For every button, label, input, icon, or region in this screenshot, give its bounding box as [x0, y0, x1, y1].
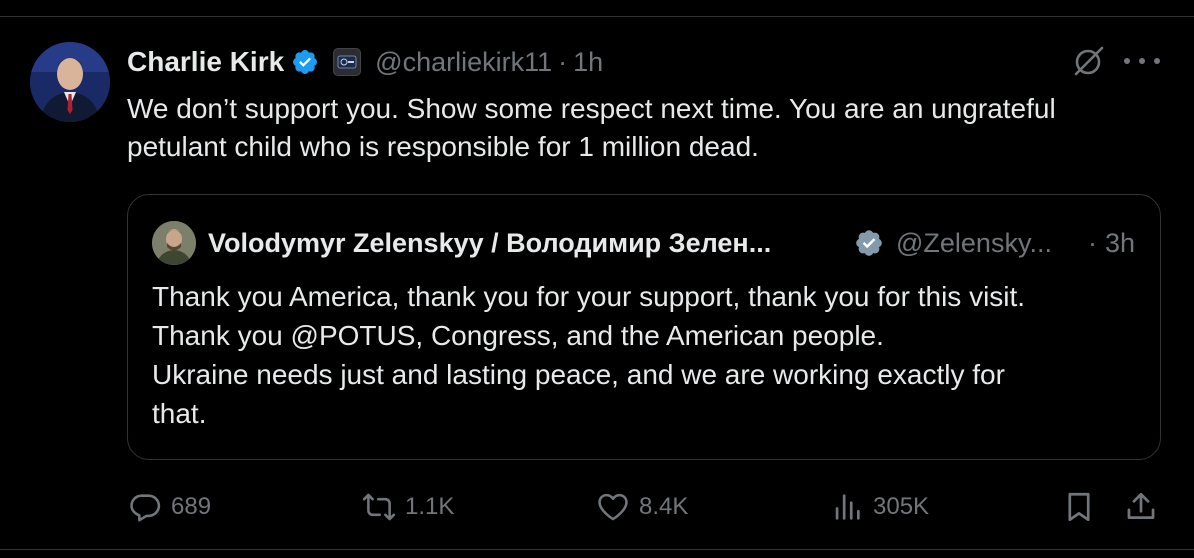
bookmark-icon [1068, 492, 1090, 522]
share-icon [1127, 492, 1155, 519]
quoted-tweet-timestamp[interactable]: 3h [1105, 228, 1135, 259]
quoted-separator-dot: · [1088, 227, 1097, 258]
tweet-text-line: We don’t support you. Show some respect … [127, 93, 1056, 124]
tweet-header: Charlie Kirk @charliekirk11 · 1h [127, 42, 603, 82]
quoted-text-line: Thank you America, thank you for your su… [152, 281, 1026, 312]
author-display-name[interactable]: Charlie Kirk [127, 46, 284, 78]
like-count: 8.4K [639, 493, 689, 520]
views-chart-icon [835, 494, 860, 520]
author-avatar[interactable] [30, 42, 110, 122]
quoted-tweet-card[interactable]: Volodymyr Zelenskyy / Володимир Зелен...… [127, 194, 1161, 460]
reply-icon [130, 494, 161, 522]
reply-count: 689 [171, 493, 212, 520]
more-options-icon[interactable] [1124, 44, 1160, 78]
gov-verified-badge-icon[interactable] [854, 228, 884, 258]
reply-button[interactable]: 689 [128, 485, 211, 529]
bottom-divider [0, 549, 1194, 550]
bookmark-button[interactable] [1062, 485, 1096, 529]
views-button[interactable]: 305K [830, 485, 929, 529]
quoted-text-line: Ukraine needs just and lasting peace, an… [152, 359, 1005, 390]
tweet-text-line: petulant child who is responsible for 1 … [127, 131, 759, 162]
verified-badge-icon[interactable] [291, 48, 319, 76]
repost-icon [362, 493, 396, 521]
separator-dot: · [558, 46, 568, 77]
quoted-text-line: Thank you @POTUS, Congress, and the Amer… [152, 320, 884, 351]
quoted-author-handle[interactable]: @Zelensky... [896, 228, 1072, 259]
like-button[interactable]: 8.4K [596, 485, 688, 529]
tweet-text: We don’t support you. Show some respect … [127, 90, 1177, 166]
tweet-timestamp[interactable]: 1h [573, 47, 603, 78]
grok-icon[interactable] [1072, 44, 1106, 78]
quoted-author-avatar[interactable] [152, 221, 196, 265]
share-button[interactable] [1124, 485, 1158, 529]
affiliate-badge-icon[interactable] [333, 48, 362, 76]
views-count: 305K [873, 493, 930, 520]
heart-icon [598, 493, 628, 521]
quoted-tweet-text: Thank you America, thank you for your su… [152, 277, 1142, 433]
tweet-action-bar: 689 1.1K 8.4K 305K [128, 485, 1162, 529]
header-actions [1072, 44, 1160, 78]
quoted-tweet-header: Volodymyr Zelenskyy / Володимир Зелен...… [208, 223, 1135, 263]
repost-count: 1.1K [405, 493, 455, 520]
repost-button[interactable]: 1.1K [362, 485, 454, 529]
top-divider [0, 16, 1194, 17]
quoted-text-line: that. [152, 398, 207, 429]
quoted-author-display-name[interactable]: Volodymyr Zelenskyy / Володимир Зелен... [208, 228, 846, 259]
author-handle[interactable]: @charliekirk11 [375, 47, 552, 78]
